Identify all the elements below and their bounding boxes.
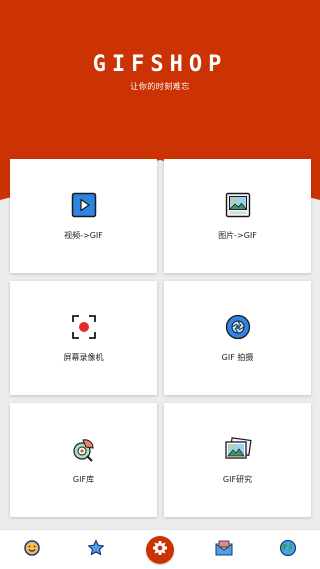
settings-active-bubble: [146, 535, 174, 564]
image-to-gif-card[interactable]: 图片->GIF: [164, 159, 311, 273]
video-play-icon: [70, 191, 98, 219]
mail-icon: [215, 540, 233, 560]
smiley-icon: [24, 539, 40, 560]
gif-library-icon: [70, 435, 98, 463]
screen-recorder-card[interactable]: 屏幕录像机: [10, 281, 157, 395]
tab-settings[interactable]: [140, 530, 180, 569]
screen-recorder-label: 屏幕录像机: [63, 353, 104, 362]
gif-research-icon: [224, 435, 252, 463]
picture-icon: [224, 191, 252, 219]
star-icon: [87, 539, 105, 561]
gif-research-card[interactable]: GIF研究: [164, 403, 311, 517]
bottom-tab-bar: [0, 529, 320, 569]
app-slogan: 让你的时刻难忘: [130, 82, 190, 91]
tab-mail[interactable]: [204, 530, 244, 569]
screen-record-icon: [70, 313, 98, 341]
tab-smiley[interactable]: [12, 530, 52, 569]
gif-capture-label: GIF 拍摄: [221, 353, 254, 362]
tab-star[interactable]: [76, 530, 116, 569]
camera-aperture-icon: [224, 313, 252, 341]
globe-icon: [279, 539, 297, 561]
image-to-gif-label: 图片->GIF: [218, 231, 257, 240]
settings-gear-icon: [152, 540, 168, 560]
video-to-gif-card[interactable]: 视频->GIF: [10, 159, 157, 273]
video-to-gif-label: 视频->GIF: [64, 231, 103, 240]
tab-globe[interactable]: [268, 530, 308, 569]
gif-capture-card[interactable]: GIF 拍摄: [164, 281, 311, 395]
app-brand-title: GIFSHOP: [92, 52, 228, 77]
gif-library-card[interactable]: GIF库: [10, 403, 157, 517]
gif-research-label: GIF研究: [222, 475, 253, 484]
gif-library-label: GIF库: [72, 475, 95, 484]
